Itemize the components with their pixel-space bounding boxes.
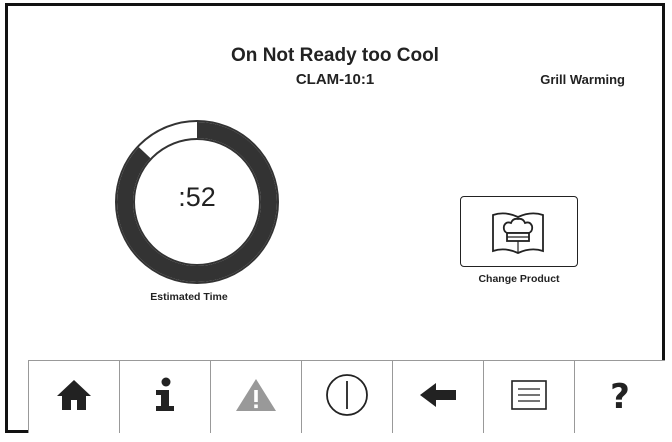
change-product-label: Change Product [478,273,560,285]
back-arrow-icon [418,381,458,414]
chef-hat-book-icon [489,205,547,264]
bottom-navbar: ? [28,360,665,433]
page-title: On Not Ready too Cool [231,45,439,66]
home-button[interactable] [29,361,120,433]
info-icon [152,377,178,418]
estimated-time-label: Estimated Time [150,291,228,303]
home-icon [55,378,93,417]
warning-icon [234,377,278,418]
back-button[interactable] [393,361,484,433]
help-icon: ? [610,377,630,417]
power-icon [325,373,369,422]
status-text: Grill Warming [540,72,625,87]
warning-button[interactable] [211,361,302,433]
change-product-button[interactable] [460,196,578,267]
power-button[interactable] [302,361,393,433]
timer-value: :52 [178,182,216,212]
menu-button[interactable] [484,361,575,433]
estimated-time-ring: :52 [113,118,281,286]
info-button[interactable] [120,361,211,433]
menu-list-icon [511,379,547,415]
help-button[interactable]: ? [575,361,665,433]
